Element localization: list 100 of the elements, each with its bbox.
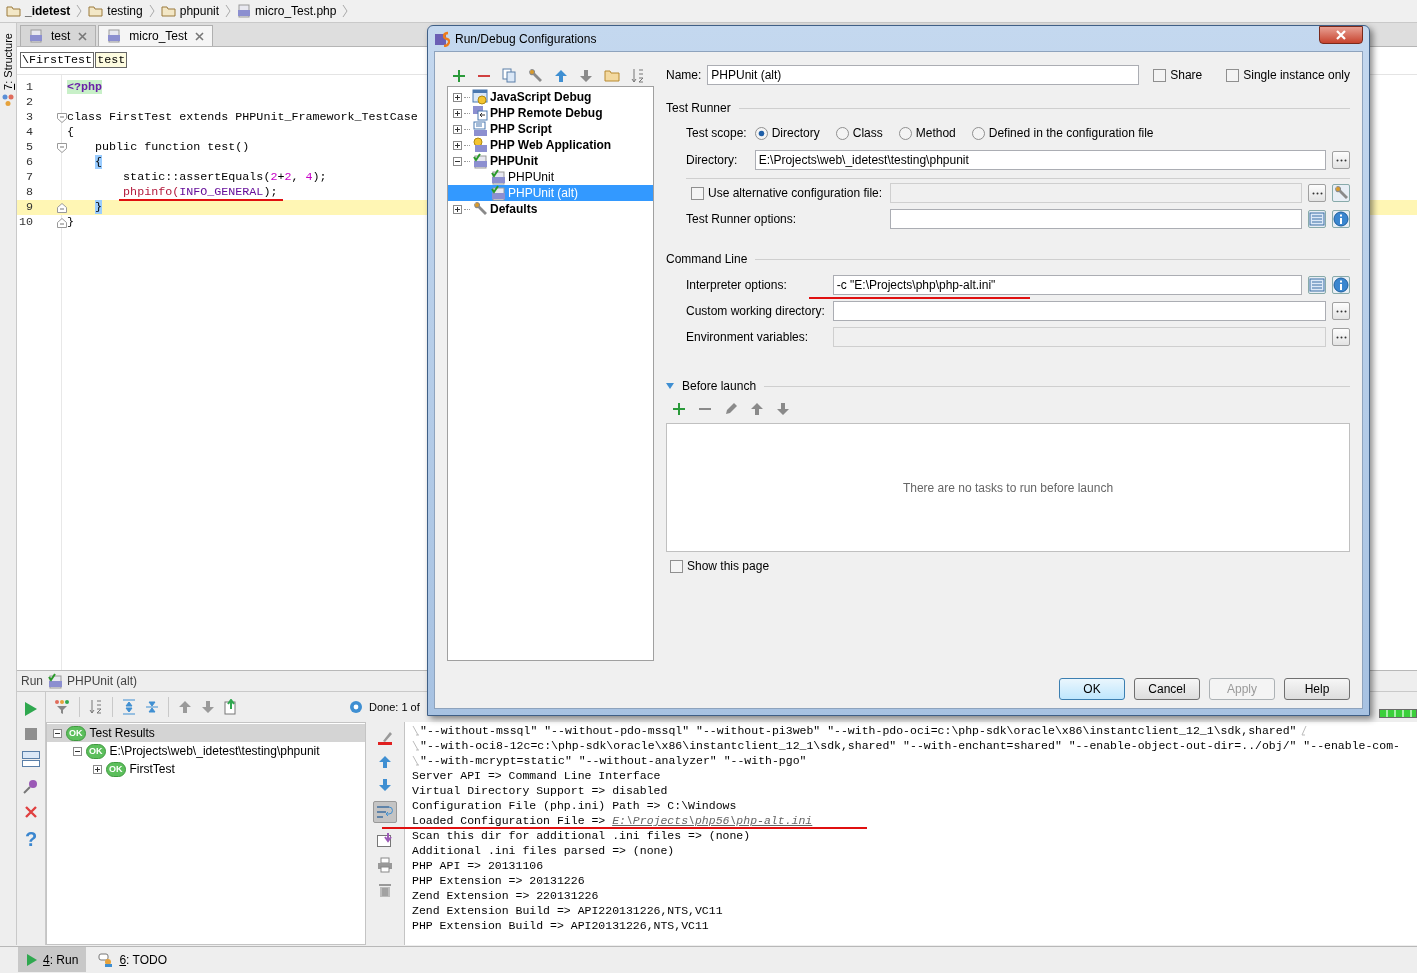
dialog-button[interactable]: Cancel: [1134, 678, 1200, 700]
dialog-button[interactable]: Help: [1284, 678, 1350, 700]
add-icon[interactable]: [672, 402, 686, 416]
soft-wrap-toggle[interactable]: [373, 801, 397, 823]
copy-icon[interactable]: [502, 68, 516, 83]
pin-icon[interactable]: [23, 778, 39, 794]
move-up-icon[interactable]: [554, 68, 568, 83]
folder-icon[interactable]: [604, 69, 620, 82]
trash-icon[interactable]: [378, 882, 392, 898]
expand-toggle[interactable]: [453, 156, 462, 166]
browse-button[interactable]: [1332, 151, 1350, 169]
move-up-icon[interactable]: [750, 402, 764, 416]
structure-icon[interactable]: [2, 93, 14, 106]
expand-toggle[interactable]: [93, 764, 102, 774]
close-icon[interactable]: [24, 805, 38, 819]
radio-button[interactable]: [971, 126, 985, 140]
expand-toggle[interactable]: [453, 92, 462, 102]
test-config-icon: [472, 153, 488, 169]
export-icon[interactable]: [224, 699, 238, 715]
tree-item[interactable]: JavaScript Debug: [448, 89, 653, 105]
input-field[interactable]: [890, 209, 1302, 229]
info-button[interactable]: [1332, 276, 1350, 294]
dialog-button[interactable]: OK: [1059, 678, 1125, 700]
console-line: PHP API => 20131106: [412, 859, 544, 872]
tool-window-button[interactable]: 4: Run: [18, 947, 87, 972]
radio-button[interactable]: [898, 126, 912, 140]
tree-item[interactable]: PHP Remote Debug: [448, 105, 653, 121]
radio-button[interactable]: [835, 126, 849, 140]
tree-item[interactable]: PHP Script: [448, 121, 653, 137]
input-field[interactable]: -c "E:\Projects\php\php-alt.ini": [832, 275, 1302, 295]
expand-toggle[interactable]: [53, 728, 62, 738]
separator-icon: [225, 4, 232, 18]
expand-toggle[interactable]: [453, 140, 462, 150]
tree-item[interactable]: OK Test Results: [47, 724, 365, 742]
scroll-up-icon[interactable]: [378, 755, 392, 769]
navigation-crumb[interactable]: \FirstTest: [20, 52, 95, 68]
tree-item[interactable]: PHPUnit: [448, 153, 653, 169]
sort-icon[interactable]: [89, 699, 103, 715]
fold-end-icon[interactable]: [57, 217, 67, 228]
expand-toggle[interactable]: [73, 746, 82, 756]
input-field[interactable]: PHPUnit (alt): [707, 65, 1140, 85]
radio-button[interactable]: [754, 126, 768, 140]
tree-item[interactable]: PHPUnit: [448, 169, 653, 185]
layout-icon[interactable]: [22, 751, 40, 767]
expand-all-icon[interactable]: [122, 699, 136, 715]
expand-button[interactable]: [1308, 276, 1326, 294]
expand-toggle[interactable]: [453, 204, 462, 214]
previous-icon[interactable]: [178, 700, 192, 714]
close-button[interactable]: [1319, 26, 1363, 44]
tree-item[interactable]: Defaults: [448, 201, 653, 217]
browse-button[interactable]: [1308, 184, 1326, 202]
editor-tab[interactable]: micro_Test: [98, 25, 214, 46]
move-down-icon[interactable]: [579, 68, 593, 83]
breadcrumb[interactable]: testing: [107, 4, 143, 18]
info-button[interactable]: [1332, 210, 1350, 228]
tree-item[interactable]: OK E:\Projects\web\_idetest\testing\phpunit: [47, 742, 365, 760]
filter-icon[interactable]: [54, 699, 70, 715]
expand-toggle[interactable]: [453, 108, 462, 118]
checkbox[interactable]: [1226, 68, 1240, 82]
checkbox[interactable]: [1153, 68, 1167, 82]
collapse-all-icon[interactable]: [145, 699, 159, 715]
input-field[interactable]: E:\Projects\web\_idetest\testing\phpunit: [754, 150, 1326, 170]
fold-end-icon[interactable]: [57, 202, 67, 213]
clear-icon[interactable]: [377, 730, 393, 746]
browse-button[interactable]: [1332, 328, 1350, 346]
edit-defaults-icon[interactable]: [527, 67, 543, 84]
scroll-to-end-icon[interactable]: [377, 832, 393, 848]
tree-item[interactable]: OK FirstTest: [47, 760, 365, 778]
tool-window-tab[interactable]: 7: Structure: [2, 33, 14, 90]
run-icon[interactable]: [24, 701, 38, 717]
move-down-icon[interactable]: [776, 402, 790, 416]
close-icon[interactable]: [78, 31, 88, 41]
input-field[interactable]: [832, 301, 1326, 321]
next-icon[interactable]: [201, 700, 215, 714]
breadcrumb[interactable]: phpunit: [179, 4, 220, 18]
expand-toggle[interactable]: [453, 124, 462, 134]
fold-icon[interactable]: [57, 112, 67, 123]
scroll-down-icon[interactable]: [378, 778, 392, 792]
editor-tab[interactable]: test: [20, 25, 97, 46]
fold-icon[interactable]: [57, 142, 67, 153]
collapse-triangle-icon[interactable]: [666, 383, 674, 389]
settings-icon[interactable]: [348, 699, 364, 715]
browse-button[interactable]: [1332, 302, 1350, 320]
close-icon[interactable]: [195, 31, 205, 41]
tool-window-button[interactable]: 6: TODO: [90, 947, 175, 972]
expand-button[interactable]: [1308, 210, 1326, 228]
breadcrumb[interactable]: _idetest: [25, 4, 71, 18]
breadcrumb[interactable]: micro_Test.php: [255, 4, 337, 18]
add-icon[interactable]: [452, 68, 466, 83]
tree-item[interactable]: PHP Web Application: [448, 137, 653, 153]
console-link[interactable]: E:\Projects\php56\php-alt.ini: [612, 814, 813, 827]
navigation-crumb[interactable]: test: [95, 52, 128, 68]
print-icon[interactable]: [377, 857, 393, 873]
edit-icon[interactable]: [724, 402, 738, 416]
todo-icon: [98, 952, 115, 967]
checkbox[interactable]: [670, 559, 683, 573]
settings-button[interactable]: [1332, 184, 1350, 202]
sort-icon[interactable]: [631, 67, 645, 84]
empty-message: There are no tasks to run before launch: [902, 480, 1114, 495]
checkbox[interactable]: [691, 186, 704, 200]
